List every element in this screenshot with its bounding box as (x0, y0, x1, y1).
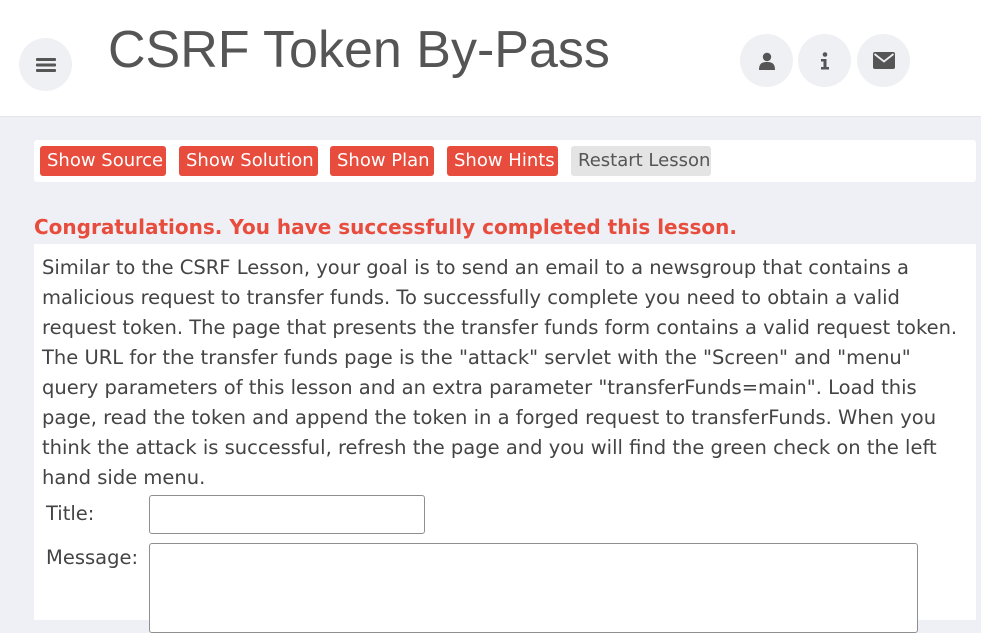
success-message: Congratulations. You have successfully c… (34, 215, 738, 239)
info-icon (820, 51, 829, 69)
lesson-content: Similar to the CSRF Lesson, your goal is… (34, 244, 976, 633)
show-solution-button[interactable]: Show Solution (179, 146, 318, 176)
hamburger-menu-icon (35, 57, 56, 72)
contact-button[interactable] (857, 34, 910, 87)
menu-toggle-button[interactable] (19, 38, 72, 91)
lesson-toolbar: Show Source Show Solution Show Plan Show… (34, 140, 976, 182)
user-icon (758, 52, 775, 70)
show-hints-button[interactable]: Show Hints (447, 146, 558, 176)
show-source-button[interactable]: Show Source (40, 146, 166, 176)
info-button[interactable] (798, 34, 851, 87)
restart-lesson-button[interactable]: Restart Lesson (571, 146, 711, 176)
page-title: CSRF Token By-Pass (108, 21, 610, 79)
message-label: Message: (46, 546, 139, 569)
show-plan-button[interactable]: Show Plan (330, 146, 434, 176)
title-label: Title: (46, 502, 95, 525)
page-header: CSRF Token By-Pass (0, 0, 981, 117)
title-input[interactable] (149, 495, 425, 534)
user-button[interactable] (740, 34, 793, 87)
envelope-icon (872, 52, 895, 69)
lesson-description: Similar to the CSRF Lesson, your goal is… (42, 256, 958, 489)
